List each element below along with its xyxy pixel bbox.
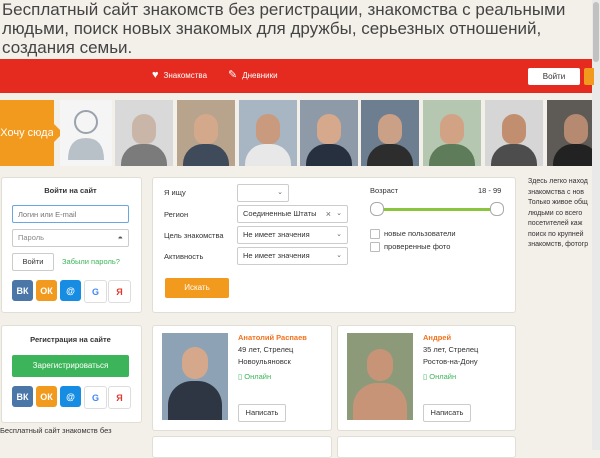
login-card-title: Войти на сайт bbox=[44, 186, 97, 195]
phone-icon: ▯ bbox=[238, 372, 243, 381]
register-card-title: Регистрация на сайте bbox=[30, 335, 111, 344]
vk-icon[interactable]: ВК bbox=[12, 386, 33, 407]
goal-label: Цель знакомства bbox=[164, 231, 224, 240]
nav-item-label: Знакомства bbox=[163, 70, 208, 80]
google-icon[interactable]: G bbox=[84, 280, 107, 303]
activity-select[interactable]: Не имеет значения ⌄ bbox=[237, 247, 348, 265]
verified-photo-label: проверенные фото bbox=[384, 242, 451, 251]
ok-icon[interactable]: ОК bbox=[36, 280, 57, 301]
new-users-label: новые пользователи bbox=[384, 229, 456, 238]
google-icon[interactable]: G bbox=[84, 386, 107, 409]
register-button[interactable]: Зарегистрироваться bbox=[12, 355, 129, 377]
user-thumbnail[interactable] bbox=[423, 100, 481, 166]
user-thumbnail[interactable] bbox=[300, 100, 358, 166]
user-name[interactable]: Андрей bbox=[423, 333, 451, 342]
heart-icon: ♥ bbox=[152, 69, 159, 81]
want-here-button[interactable]: Хочу сюда bbox=[0, 100, 54, 166]
user-city: Новоульяновск bbox=[238, 357, 291, 366]
eye-icon[interactable]: ◓ bbox=[118, 230, 123, 246]
user-thumbnail[interactable] bbox=[115, 100, 173, 166]
info-line: поиск по крупней bbox=[528, 230, 584, 238]
nav-item-dating[interactable]: ♥ Знакомства bbox=[152, 69, 208, 81]
user-photo[interactable] bbox=[347, 333, 413, 420]
mail-icon[interactable]: @ bbox=[60, 280, 81, 301]
scrollbar-thumb[interactable] bbox=[593, 2, 599, 62]
header-register-button[interactable] bbox=[584, 68, 594, 85]
user-thumbnail[interactable] bbox=[485, 100, 543, 166]
right-info-text: Здесь легко наход знакомства с нов Тольк… bbox=[528, 177, 592, 251]
online-status-label: Онлайн bbox=[244, 372, 272, 381]
chevron-down-icon: ⌄ bbox=[277, 189, 283, 196]
looking-for-label: Я ищу bbox=[164, 188, 186, 197]
clear-icon[interactable]: × bbox=[326, 206, 331, 222]
age-max-handle[interactable] bbox=[490, 202, 504, 216]
user-name[interactable]: Анатолий Распаев bbox=[238, 333, 307, 342]
header-login-button[interactable]: Войти bbox=[528, 68, 580, 85]
mail-icon[interactable]: @ bbox=[60, 386, 81, 407]
user-thumbnail[interactable] bbox=[239, 100, 297, 166]
online-status: ▯ Онлайн bbox=[423, 372, 456, 381]
footer-text: Бесплатный сайт знакомств без bbox=[0, 426, 112, 435]
vk-icon[interactable]: ВК bbox=[12, 280, 33, 301]
write-message-button[interactable]: Написать bbox=[238, 404, 286, 422]
login-input[interactable] bbox=[12, 205, 129, 223]
user-thumbnail[interactable] bbox=[177, 100, 235, 166]
activity-label: Активность bbox=[164, 252, 204, 261]
login-submit-button[interactable]: Войти bbox=[12, 253, 54, 271]
search-button[interactable]: Искать bbox=[165, 278, 229, 298]
user-thumbnail[interactable] bbox=[547, 100, 592, 166]
info-line: знакомства с нов bbox=[528, 188, 584, 196]
user-age-sign: 49 лет, Стрелец bbox=[238, 345, 294, 354]
forgot-password-link[interactable]: Забыли пароль? bbox=[62, 257, 120, 266]
activity-value: Не имеет значения bbox=[243, 251, 310, 260]
age-slider-track[interactable] bbox=[376, 208, 496, 211]
chevron-down-icon: ⌄ bbox=[336, 231, 342, 238]
password-input[interactable]: Пароль ◓ bbox=[12, 229, 129, 247]
age-range-value: 18 - 99 bbox=[478, 186, 502, 195]
ok-icon[interactable]: ОК bbox=[36, 386, 57, 407]
age-label: Возраст bbox=[370, 186, 399, 195]
top-nav-bar bbox=[0, 59, 592, 93]
looking-for-select[interactable]: ⌄ bbox=[237, 184, 289, 202]
info-line: знакомств, фотогр bbox=[528, 241, 589, 248]
yandex-icon[interactable]: Я bbox=[108, 386, 131, 409]
user-card[interactable] bbox=[337, 436, 516, 458]
user-age-sign: 35 лет, Стрелец bbox=[423, 345, 479, 354]
user-thumbnail[interactable] bbox=[361, 100, 419, 166]
nav-item-label: Дневники bbox=[242, 70, 278, 80]
info-line: Здесь легко наход bbox=[528, 178, 588, 185]
info-line: посетителей каж bbox=[528, 220, 583, 227]
page-title: Бесплатный сайт знакомств без регистраци… bbox=[2, 0, 566, 57]
anonymous-avatar bbox=[60, 100, 112, 166]
user-city: Ростов-на-Дону bbox=[423, 357, 478, 366]
info-line: людьми со всего bbox=[528, 209, 583, 217]
chevron-down-icon: ⌄ bbox=[336, 210, 342, 217]
new-users-checkbox[interactable] bbox=[370, 229, 380, 239]
password-placeholder: Пароль bbox=[18, 233, 45, 242]
pencil-icon: ✎ bbox=[228, 69, 238, 81]
age-min-handle[interactable] bbox=[370, 202, 384, 216]
nav-item-diaries[interactable]: ✎ Дневники bbox=[228, 69, 278, 81]
phone-icon: ▯ bbox=[423, 372, 428, 381]
info-line: Только живое общ bbox=[528, 199, 588, 206]
write-message-button[interactable]: Написать bbox=[423, 404, 471, 422]
region-select[interactable]: Соединенные Штаты × ⌄ bbox=[237, 205, 348, 223]
region-value: Соединенные Штаты bbox=[243, 209, 317, 218]
online-status: ▯ Онлайн bbox=[238, 372, 271, 381]
yandex-icon[interactable]: Я bbox=[108, 280, 131, 303]
online-status-label: Онлайн bbox=[429, 372, 457, 381]
goal-select[interactable]: Не имеет значения ⌄ bbox=[237, 226, 348, 244]
chevron-down-icon: ⌄ bbox=[336, 252, 342, 259]
region-label: Регион bbox=[164, 210, 189, 219]
user-card[interactable] bbox=[152, 436, 332, 458]
verified-photo-checkbox[interactable] bbox=[370, 242, 380, 252]
user-photo[interactable] bbox=[162, 333, 228, 420]
goal-value: Не имеет значения bbox=[243, 230, 310, 239]
